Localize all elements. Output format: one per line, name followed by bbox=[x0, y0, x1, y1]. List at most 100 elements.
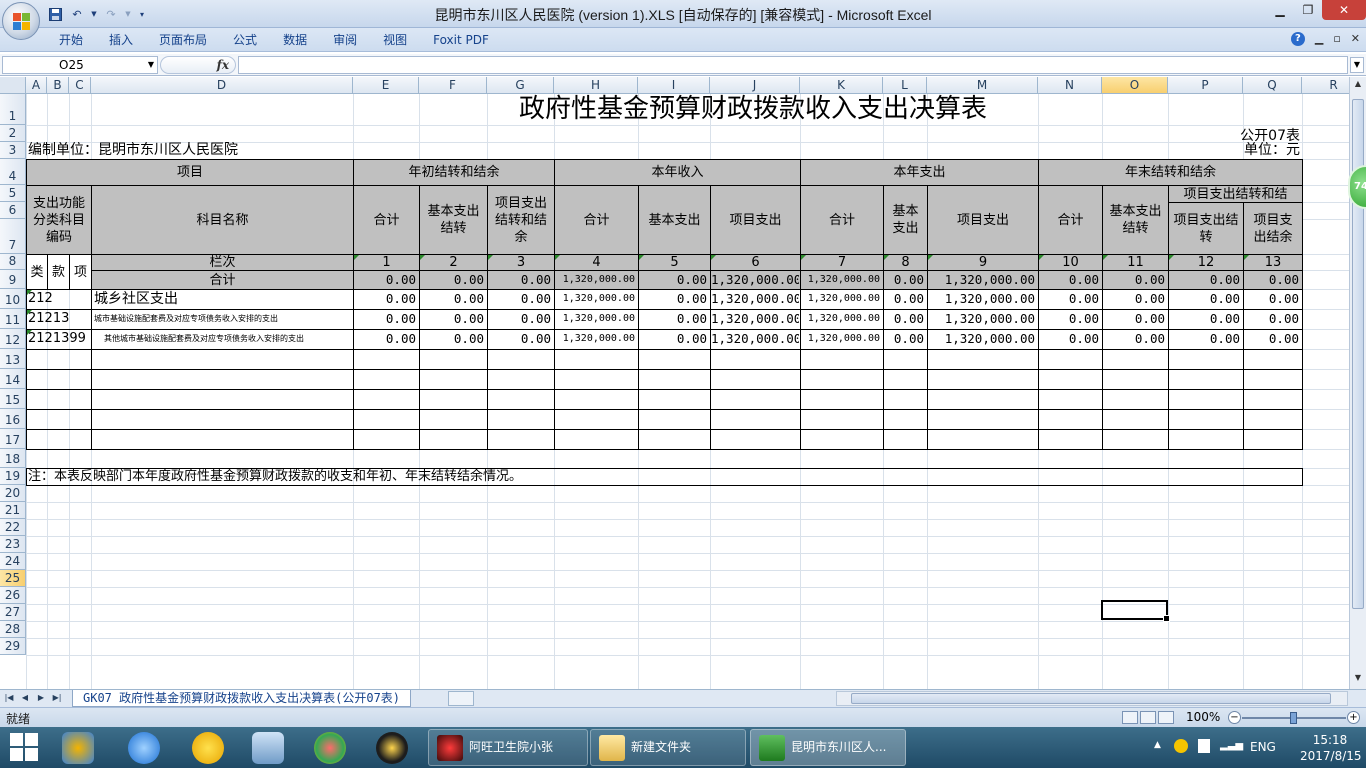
row-header-19[interactable]: 19 bbox=[0, 468, 26, 485]
pinned-app-icon[interactable] bbox=[62, 732, 94, 764]
column-header-M[interactable]: M bbox=[927, 77, 1038, 94]
column-header-B[interactable]: B bbox=[47, 77, 69, 94]
select-all-corner[interactable] bbox=[0, 77, 26, 94]
tray-flag-icon[interactable] bbox=[1198, 739, 1210, 753]
column-header-O[interactable]: O bbox=[1102, 77, 1168, 94]
sheet-tab-gk07[interactable]: GK07 政府性基金预算财政拨款收入支出决算表(公开07表) bbox=[72, 690, 412, 707]
help-icon[interactable]: ? bbox=[1290, 32, 1305, 46]
column-header-P[interactable]: P bbox=[1168, 77, 1243, 94]
ribbon-restore-icon[interactable]: ▫ bbox=[1333, 32, 1340, 46]
ribbon-minimize-icon[interactable]: ▁ bbox=[1315, 32, 1323, 46]
formula-input[interactable] bbox=[238, 56, 1348, 74]
row-header-21[interactable]: 21 bbox=[0, 502, 26, 519]
column-header-D[interactable]: D bbox=[91, 77, 353, 94]
column-header-G[interactable]: G bbox=[487, 77, 554, 94]
ribbon-tab-6[interactable]: 视图 bbox=[370, 32, 420, 48]
tray-app-icon[interactable] bbox=[1174, 739, 1188, 753]
column-header-J[interactable]: J bbox=[710, 77, 800, 94]
row-header-6[interactable]: 6 bbox=[0, 202, 26, 219]
prev-sheet-icon[interactable]: ◀ bbox=[18, 691, 32, 705]
minimize-icon[interactable]: ▁ bbox=[1266, 0, 1294, 20]
row-header-28[interactable]: 28 bbox=[0, 621, 26, 638]
name-box-dropdown-icon[interactable]: ▼ bbox=[148, 57, 154, 73]
ribbon-tab-4[interactable]: 数据 bbox=[270, 32, 320, 48]
row-header-18[interactable]: 18 bbox=[0, 449, 26, 468]
row-header-5[interactable]: 5 bbox=[0, 185, 26, 202]
horizontal-scrollbar[interactable] bbox=[836, 691, 1348, 706]
close-icon[interactable]: ✕ bbox=[1322, 0, 1366, 20]
row-header-4[interactable]: 4 bbox=[0, 159, 26, 185]
ribbon-tab-2[interactable]: 页面布局 bbox=[146, 32, 220, 48]
network-icon[interactable]: ▂▃▅ bbox=[1220, 740, 1243, 751]
name-box[interactable]: O25 ▼ bbox=[2, 56, 158, 74]
column-header-N[interactable]: N bbox=[1038, 77, 1102, 94]
row-header-15[interactable]: 15 bbox=[0, 389, 26, 409]
office-button[interactable] bbox=[2, 2, 40, 40]
row-header-10[interactable]: 10 bbox=[0, 289, 26, 309]
column-header-H[interactable]: H bbox=[554, 77, 638, 94]
start-button[interactable] bbox=[10, 733, 40, 763]
row-header-12[interactable]: 12 bbox=[0, 329, 26, 349]
row-header-29[interactable]: 29 bbox=[0, 638, 26, 655]
worksheet-grid[interactable]: A B C D E F G H I J K L M N O P Q R 1 2 3 4 5 6 7 8 9 10 11 12 13 14 15 1… bbox=[0, 77, 1366, 689]
internet-explorer-icon[interactable] bbox=[128, 732, 160, 764]
function-wizard[interactable]: fx bbox=[160, 56, 236, 74]
column-header-F[interactable]: F bbox=[419, 77, 487, 94]
first-sheet-icon[interactable]: |◀ bbox=[2, 691, 16, 705]
zoom-knob[interactable] bbox=[1290, 712, 1297, 724]
ribbon-tab-0[interactable]: 开始 bbox=[46, 32, 96, 48]
row-header-3[interactable]: 3 bbox=[0, 142, 26, 159]
restore-icon[interactable]: ❐ bbox=[1294, 0, 1322, 20]
last-sheet-icon[interactable]: ▶| bbox=[50, 691, 64, 705]
row-header-24[interactable]: 24 bbox=[0, 553, 26, 570]
row-header-11[interactable]: 11 bbox=[0, 309, 26, 329]
row-header-23[interactable]: 23 bbox=[0, 536, 26, 553]
zoom-level[interactable]: 100% bbox=[1186, 710, 1220, 724]
column-header-I[interactable]: I bbox=[638, 77, 710, 94]
column-header-A[interactable]: A bbox=[26, 77, 47, 94]
row-header-25[interactable]: 25 bbox=[0, 570, 26, 587]
row-header-26[interactable]: 26 bbox=[0, 587, 26, 604]
task-chat[interactable]: 阿旺卫生院小张 bbox=[428, 729, 588, 766]
zoom-out-icon[interactable]: − bbox=[1228, 711, 1241, 724]
insert-sheet-icon[interactable] bbox=[448, 691, 474, 706]
row-header-16[interactable]: 16 bbox=[0, 409, 26, 429]
remote-desktop-icon[interactable] bbox=[252, 732, 284, 764]
row-header-14[interactable]: 14 bbox=[0, 369, 26, 389]
row-header-22[interactable]: 22 bbox=[0, 519, 26, 536]
row-header-8[interactable]: 8 bbox=[0, 254, 26, 270]
clock[interactable]: 15:18 2017/8/15 bbox=[1300, 732, 1362, 764]
next-sheet-icon[interactable]: ▶ bbox=[34, 691, 48, 705]
tray-expand-icon[interactable]: ▲ bbox=[1154, 740, 1161, 750]
ribbon-tab-3[interactable]: 公式 bbox=[220, 32, 270, 48]
row-header-7[interactable]: 7 bbox=[0, 219, 26, 254]
task-folder[interactable]: 新建文件夹 bbox=[590, 729, 746, 766]
page-break-view-icon[interactable] bbox=[1158, 711, 1174, 724]
row-header-17[interactable]: 17 bbox=[0, 429, 26, 449]
column-header-E[interactable]: E bbox=[353, 77, 419, 94]
zoom-in-icon[interactable]: + bbox=[1347, 711, 1360, 724]
column-header-L[interactable]: L bbox=[883, 77, 927, 94]
row-header-2[interactable]: 2 bbox=[0, 125, 26, 142]
input-language[interactable]: ENG bbox=[1250, 740, 1276, 754]
horizontal-scroll-thumb[interactable] bbox=[851, 693, 1331, 704]
formula-expand-icon[interactable]: ▼ bbox=[1350, 57, 1364, 73]
page-layout-view-icon[interactable] bbox=[1140, 711, 1156, 724]
column-header-C[interactable]: C bbox=[69, 77, 91, 94]
task-excel[interactable]: 昆明市东川区人... bbox=[750, 729, 906, 766]
scroll-up-icon[interactable]: ▲ bbox=[1352, 79, 1364, 93]
row-header-1[interactable]: 1 bbox=[0, 94, 26, 125]
ribbon-tab-7[interactable]: Foxit PDF bbox=[420, 32, 502, 48]
pinned-app-icon-3[interactable] bbox=[376, 732, 408, 764]
column-header-K[interactable]: K bbox=[800, 77, 883, 94]
selected-cell-o25[interactable] bbox=[1101, 600, 1170, 622]
row-header-13[interactable]: 13 bbox=[0, 349, 26, 369]
zoom-slider[interactable]: − + bbox=[1228, 711, 1360, 725]
ribbon-close-icon[interactable]: ✕ bbox=[1351, 32, 1360, 46]
browser-icon[interactable] bbox=[314, 732, 346, 764]
scroll-down-icon[interactable]: ▼ bbox=[1352, 673, 1364, 687]
column-header-Q[interactable]: Q bbox=[1243, 77, 1302, 94]
row-header-27[interactable]: 27 bbox=[0, 604, 26, 621]
ribbon-tab-1[interactable]: 插入 bbox=[96, 32, 146, 48]
row-header-9[interactable]: 9 bbox=[0, 270, 26, 289]
